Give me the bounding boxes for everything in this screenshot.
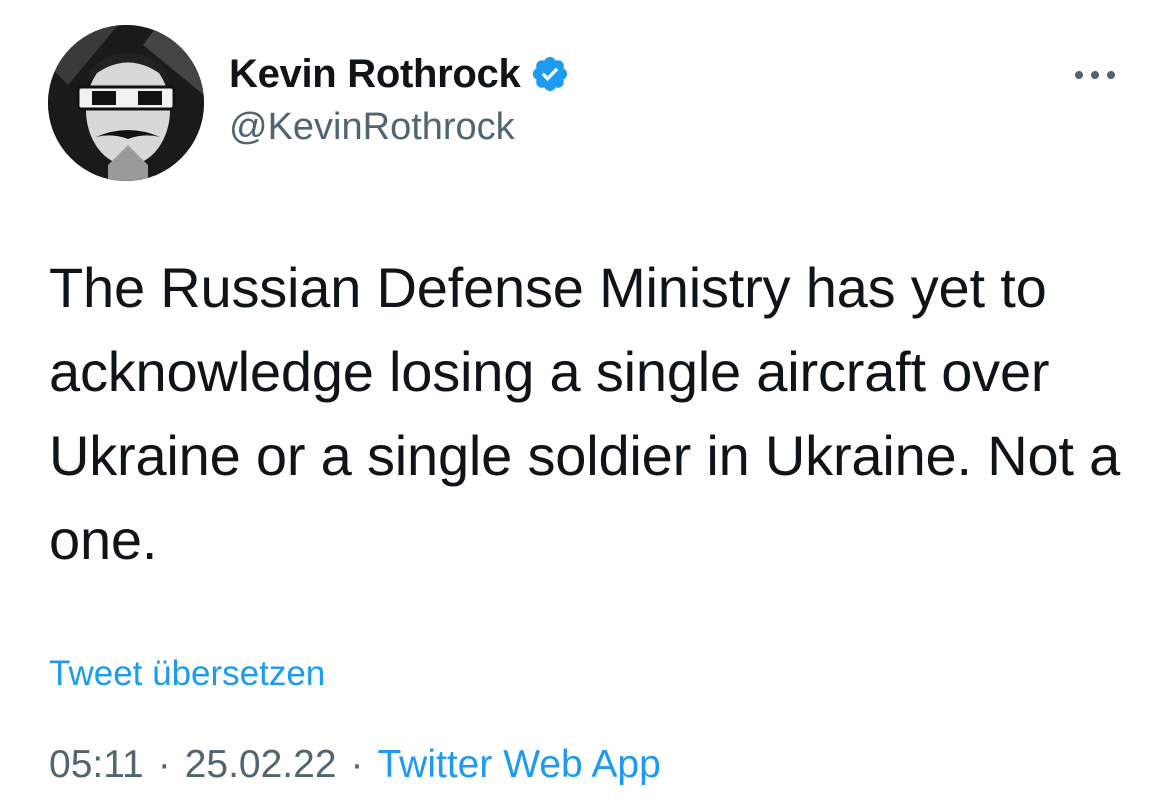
- translate-tweet-link[interactable]: Tweet übersetzen: [49, 654, 325, 694]
- tweet-source-link[interactable]: Twitter Web App: [378, 743, 661, 787]
- avatar-image: [48, 25, 204, 181]
- author-handle[interactable]: @KevinRothrock: [229, 106, 515, 149]
- author-display-name[interactable]: Kevin Rothrock: [229, 52, 521, 97]
- meta-separator: ·: [350, 743, 364, 786]
- avatar[interactable]: [48, 25, 204, 181]
- author-name-row[interactable]: Kevin Rothrock: [229, 48, 570, 100]
- tweet-text: The Russian Defense Ministry has yet to …: [49, 256, 1121, 571]
- tweet-time[interactable]: 05:11: [49, 743, 144, 787]
- meta-separator: ·: [157, 743, 171, 786]
- tweet-date[interactable]: 25.02.22: [185, 743, 337, 787]
- more-horizontal-icon[interactable]: [1070, 60, 1120, 90]
- verified-badge-icon: [533, 56, 568, 92]
- tweet-meta: 05:11 · 25.02.22 · Twitter Web App: [49, 743, 661, 787]
